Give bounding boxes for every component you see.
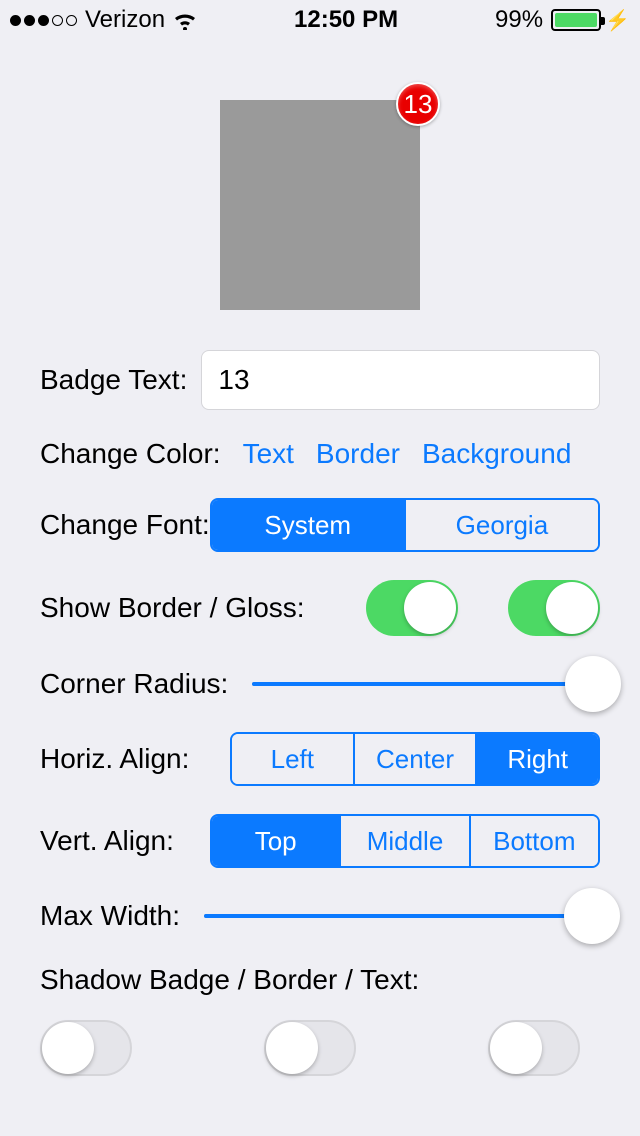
shadow-border-switch[interactable]	[264, 1020, 356, 1076]
show-border-gloss-label: Show Border / Gloss:	[40, 592, 305, 624]
show-border-switch[interactable]	[366, 580, 458, 636]
badge-preview-area: 13	[0, 40, 640, 350]
clock: 12:50 PM	[294, 6, 398, 34]
corner-radius-slider[interactable]	[252, 664, 600, 704]
vert-align-label: Vert. Align:	[40, 825, 174, 857]
wifi-icon	[173, 10, 197, 30]
change-font-label: Change Font:	[40, 509, 210, 541]
max-width-slider[interactable]	[204, 896, 600, 936]
shadow-badge-switch[interactable]	[40, 1020, 132, 1076]
carrier-label: Verizon	[85, 6, 165, 34]
color-text-button[interactable]: Text	[243, 438, 294, 470]
vert-align-segmented: Top Middle Bottom	[210, 814, 600, 868]
horiz-align-segmented: Left Center Right	[230, 732, 600, 786]
shadow-label: Shadow Badge / Border / Text:	[40, 964, 600, 996]
show-gloss-switch[interactable]	[508, 580, 600, 636]
badge-preview: 13	[396, 82, 440, 126]
halign-center-segment[interactable]: Center	[353, 734, 476, 784]
battery-icon	[551, 9, 601, 31]
color-background-button[interactable]: Background	[422, 438, 571, 470]
font-segmented: System Georgia	[210, 498, 600, 552]
badge-text-input[interactable]	[201, 350, 600, 410]
horiz-align-label: Horiz. Align:	[40, 743, 189, 775]
corner-radius-label: Corner Radius:	[40, 668, 228, 700]
halign-left-segment[interactable]: Left	[232, 734, 353, 784]
font-system-segment[interactable]: System	[212, 500, 404, 550]
max-width-label: Max Width:	[40, 900, 180, 932]
status-bar: Verizon 12:50 PM 99% ⚡	[0, 0, 640, 40]
valign-bottom-segment[interactable]: Bottom	[469, 816, 598, 866]
signal-strength-icon	[10, 15, 77, 26]
font-georgia-segment[interactable]: Georgia	[404, 500, 598, 550]
change-color-label: Change Color:	[40, 438, 221, 470]
shadow-text-switch[interactable]	[488, 1020, 580, 1076]
color-border-button[interactable]: Border	[316, 438, 400, 470]
charging-icon: ⚡	[605, 8, 630, 33]
valign-top-segment[interactable]: Top	[212, 816, 339, 866]
halign-right-segment[interactable]: Right	[475, 734, 598, 784]
preview-box: 13	[220, 100, 420, 310]
badge-text-label: Badge Text:	[40, 364, 187, 396]
battery-percent: 99%	[495, 6, 543, 34]
valign-middle-segment[interactable]: Middle	[339, 816, 468, 866]
